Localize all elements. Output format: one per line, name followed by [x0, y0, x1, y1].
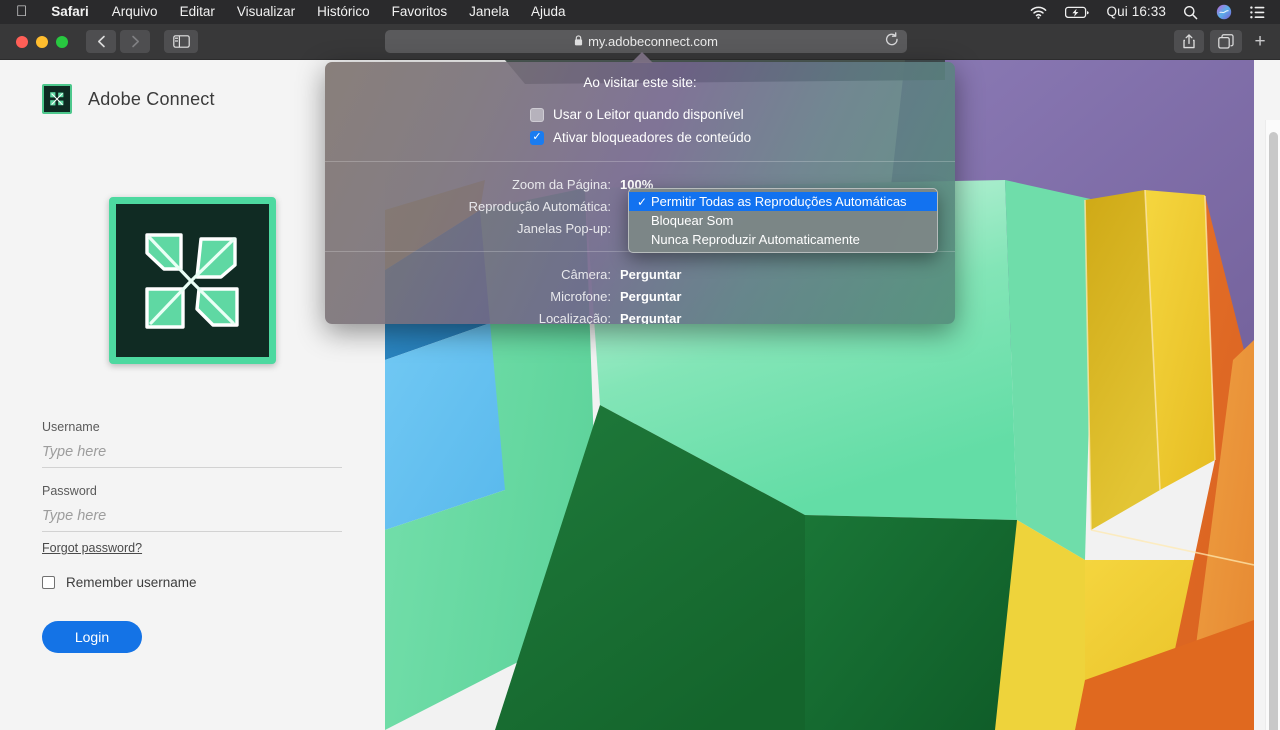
share-icon[interactable]: [1174, 30, 1204, 53]
safari-window:  Safari Arquivo Editar Visualizar Histó…: [0, 0, 1280, 730]
new-tab-button[interactable]: +: [1248, 31, 1272, 53]
menu-item-safari[interactable]: Safari: [39, 0, 101, 24]
password-field-group: Password: [42, 484, 342, 532]
checkbox-use-reader-label: Usar o Leitor quando disponível: [553, 107, 744, 122]
menu-bar-clock[interactable]: Qui 16:33: [1099, 0, 1174, 24]
checkbox-enable-content-blockers-label: Ativar bloqueadores de conteúdo: [553, 130, 752, 145]
address-bar-url: my.adobeconnect.com: [588, 34, 718, 49]
menu-item-editar[interactable]: Editar: [169, 0, 226, 24]
checkbox-box-icon: [530, 107, 544, 122]
remember-username-label: Remember username: [66, 575, 197, 590]
popover-title: Ao visitar este site:: [583, 75, 697, 90]
checkbox-use-reader[interactable]: Usar o Leitor quando disponível: [325, 103, 955, 126]
menu-item-ajuda[interactable]: Ajuda: [520, 0, 577, 24]
page-title: Adobe Connect: [88, 88, 215, 109]
username-label: Username: [42, 420, 100, 434]
battery-charging-icon[interactable]: [1056, 6, 1099, 19]
row-microphone[interactable]: Microfone: Perguntar: [325, 285, 955, 307]
row-popup-windows-label: Janelas Pop-up:: [517, 220, 611, 236]
padlock-icon: [574, 34, 583, 49]
dropdown-item-stop-media-with-sound-label: Bloquear Som: [651, 213, 734, 228]
row-location[interactable]: Localização: Perguntar: [325, 307, 955, 325]
navigation-buttons: [86, 30, 150, 53]
dropdown-item-allow-all-autoplay-label: Permitir Todas as Reproduções Automática…: [651, 194, 907, 209]
adobe-connect-logo-icon: [42, 84, 72, 114]
dropdown-item-never-auto-play-label: Nunca Reproduzir Automaticamente: [651, 232, 860, 247]
popover-settings-group-2: Câmera: Perguntar Microfone: Perguntar L…: [325, 252, 955, 325]
password-label: Password: [42, 484, 97, 498]
username-field-group: Username: [42, 420, 342, 468]
row-microphone-label: Microfone:: [550, 288, 611, 304]
macos-menu-bar:  Safari Arquivo Editar Visualizar Histó…: [0, 0, 1280, 24]
username-input[interactable]: [42, 444, 342, 468]
dropdown-item-never-auto-play[interactable]: Nunca Reproduzir Automaticamente: [629, 230, 937, 249]
row-page-zoom-label: Zoom da Página:: [511, 176, 611, 192]
tab-overview-icon[interactable]: [1210, 30, 1242, 53]
row-camera-label: Câmera:: [561, 266, 611, 282]
sidebar-toggle-button[interactable]: [164, 30, 198, 53]
dropdown-item-allow-all-autoplay[interactable]: ✓ Permitir Todas as Reproduções Automáti…: [629, 192, 937, 211]
menu-item-visualizar[interactable]: Visualizar: [226, 0, 306, 24]
password-input[interactable]: [42, 508, 342, 532]
row-auto-play-label: Reprodução Automática:: [468, 198, 611, 214]
checkmark-icon: ✓: [637, 194, 648, 209]
minimize-window-button[interactable]: [36, 35, 48, 48]
checkbox-box-icon: [42, 576, 55, 589]
toolbar-right-actions: +: [1174, 30, 1272, 53]
menu-item-favoritos[interactable]: Favoritos: [381, 0, 459, 24]
row-microphone-value: Perguntar: [620, 288, 682, 304]
maximize-window-button[interactable]: [56, 35, 68, 48]
spotlight-search-icon[interactable]: [1174, 5, 1207, 20]
row-camera-value: Perguntar: [620, 266, 682, 282]
vertical-scroll-thumb[interactable]: [1269, 132, 1278, 730]
vertical-scrollbar[interactable]: [1265, 120, 1280, 730]
row-camera[interactable]: Câmera: Perguntar: [325, 263, 955, 285]
remember-username-checkbox[interactable]: Remember username: [42, 575, 197, 590]
checkmark-icon: ✓: [530, 130, 544, 145]
row-location-label: Localização:: [538, 310, 611, 325]
address-bar[interactable]: my.adobeconnect.com: [385, 30, 907, 53]
popover-checkbox-list: Usar o Leitor quando disponível ✓ Ativar…: [325, 90, 955, 149]
back-button[interactable]: [86, 30, 116, 53]
siri-icon[interactable]: [1207, 4, 1241, 20]
checkbox-enable-content-blockers[interactable]: ✓ Ativar bloqueadores de conteúdo: [325, 126, 955, 149]
auto-play-dropdown-menu: ✓ Permitir Todas as Reproduções Automáti…: [628, 188, 938, 253]
wifi-icon[interactable]: [1021, 6, 1056, 19]
close-window-button[interactable]: [16, 35, 28, 48]
row-location-value: Perguntar: [620, 310, 682, 325]
login-button[interactable]: Login: [42, 621, 142, 653]
control-center-icon[interactable]: [1241, 5, 1274, 19]
reload-icon[interactable]: [885, 32, 899, 50]
menu-item-arquivo[interactable]: Arquivo: [101, 0, 169, 24]
adobe-connect-large-logo: [109, 197, 276, 364]
popover-arrow: [631, 52, 653, 63]
menu-item-janela[interactable]: Janela: [458, 0, 520, 24]
apple-logo-icon[interactable]: : [8, 0, 39, 24]
menu-item-historico[interactable]: Histórico: [306, 0, 381, 24]
window-controls: [0, 35, 68, 48]
forward-button[interactable]: [120, 30, 150, 53]
forgot-password-link[interactable]: Forgot password?: [42, 541, 142, 555]
dropdown-item-stop-media-with-sound[interactable]: Bloquear Som: [629, 211, 937, 230]
brand-header: Adobe Connect: [42, 84, 215, 114]
